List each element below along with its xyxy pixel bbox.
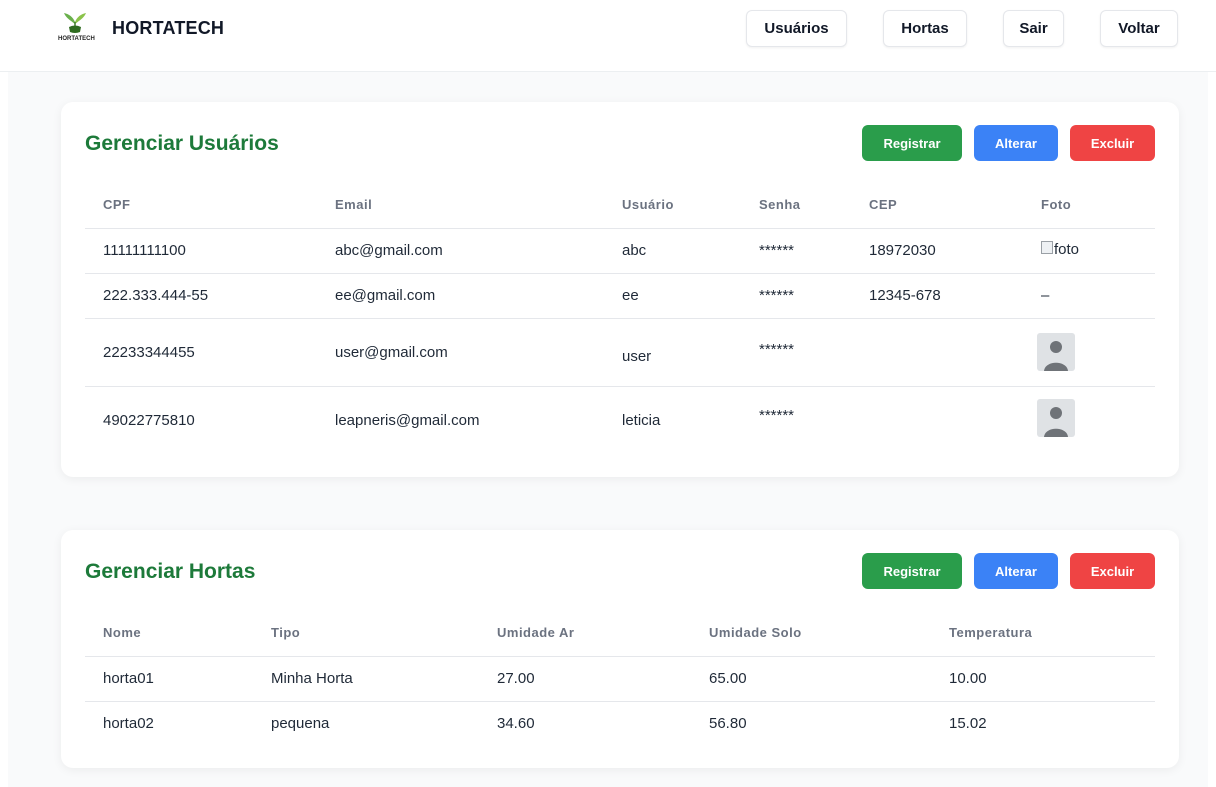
cell-name: horta02 <box>103 715 154 733</box>
cell-user: abc <box>604 228 741 274</box>
gardens-table-header: Nome Tipo Umidade Ar Umidade Solo Temper… <box>85 609 1155 657</box>
col-header-tipo[interactable]: Tipo <box>253 609 479 657</box>
gardens-table: Nome Tipo Umidade Ar Umidade Solo Temper… <box>85 609 1155 746</box>
cell-cpf: 49022775810 <box>103 411 195 429</box>
users-table: CPF Email Usuário Senha CEP Foto 1111111… <box>85 181 1155 454</box>
cell-temperature: 15.02 <box>949 715 987 733</box>
gardens-card: Gerenciar Hortas Registrar Alterar Exclu… <box>61 530 1179 768</box>
cell-cep: 18972030 <box>851 228 1023 274</box>
col-header-cep[interactable]: CEP <box>851 181 1023 229</box>
cell-cpf: 222.333.444-55 <box>85 273 317 319</box>
nav-usuarios-button[interactable]: Usuários <box>746 10 847 47</box>
cell-type: Minha Horta <box>253 656 479 702</box>
table-row[interactable]: 222.333.444-55 ee@gmail.com ee ****** 12… <box>85 273 1155 319</box>
nav-hortas-button[interactable]: Hortas <box>883 10 967 47</box>
brand-name: HORTATECH <box>112 17 225 38</box>
nav-sair-button[interactable]: Sair <box>1003 10 1064 47</box>
top-header: HORTATECH HORTATECH Usuários Hortas Sair… <box>0 0 1216 72</box>
photo-alt-text: foto <box>1054 241 1080 258</box>
cell-photo <box>1023 386 1155 454</box>
users-delete-button[interactable]: Excluir <box>1070 125 1155 161</box>
users-table-header: CPF Email Usuário Senha CEP Foto <box>85 181 1155 229</box>
users-title: Gerenciar Usuários <box>85 132 279 155</box>
gardens-title: Gerenciar Hortas <box>85 560 256 583</box>
cell-photo: – <box>1023 273 1155 319</box>
col-header-usuario[interactable]: Usuário <box>604 181 741 229</box>
cell-password: ****** <box>741 318 851 387</box>
cell-temperature: 10.00 <box>931 656 1155 702</box>
users-card: Gerenciar Usuários Registrar Alterar Exc… <box>61 102 1179 477</box>
cell-name: horta01 <box>85 656 253 702</box>
nav-voltar-button[interactable]: Voltar <box>1100 10 1178 47</box>
col-header-temperatura[interactable]: Temperatura <box>931 609 1155 657</box>
col-header-nome[interactable]: Nome <box>85 609 253 657</box>
cell-email: user@gmail.com <box>317 318 604 387</box>
logo-icon: HORTATECH <box>58 10 95 46</box>
table-row[interactable]: 11111111100 abc@gmail.com abc ****** 189… <box>85 228 1155 274</box>
cell-user: user <box>604 318 741 387</box>
cell-air-humidity: 34.60 <box>497 715 535 733</box>
table-row[interactable]: 49022775810 leapneris@gmail.com leticia … <box>85 386 1155 454</box>
cell-password: ****** <box>741 228 851 274</box>
cell-cpf: 22233344455 <box>85 318 317 387</box>
cell-cpf: 11111111100 <box>85 228 317 274</box>
gardens-register-button[interactable]: Registrar <box>862 553 962 589</box>
brand[interactable]: HORTATECH HORTATECH <box>58 10 225 46</box>
cell-soil-humidity: 56.80 <box>709 715 747 733</box>
col-header-foto[interactable]: Foto <box>1023 181 1155 229</box>
cell-user: leticia <box>622 411 661 429</box>
cell-email: leapneris@gmail.com <box>335 411 480 429</box>
table-row[interactable]: horta01 Minha Horta 27.00 65.00 10.00 <box>85 656 1155 702</box>
gardens-edit-button[interactable]: Alterar <box>974 553 1058 589</box>
col-header-umidade-solo[interactable]: Umidade Solo <box>691 609 931 657</box>
cell-email: ee@gmail.com <box>317 273 604 319</box>
cell-type: pequena <box>271 715 330 733</box>
cell-photo: foto <box>1023 228 1155 274</box>
avatar-placeholder-icon <box>1037 333 1075 371</box>
col-header-cpf[interactable]: CPF <box>85 181 317 229</box>
broken-image-icon: foto <box>1041 241 1079 258</box>
cell-air-humidity: 27.00 <box>479 656 691 702</box>
cell-user: ee <box>604 273 741 319</box>
cell-photo <box>1023 318 1155 387</box>
cell-soil-humidity: 65.00 <box>691 656 931 702</box>
avatar-placeholder-icon <box>1037 398 1075 437</box>
gardens-delete-button[interactable]: Excluir <box>1070 553 1155 589</box>
users-edit-button[interactable]: Alterar <box>974 125 1058 161</box>
table-row[interactable]: 22233344455 user@gmail.com user ****** <box>85 318 1155 387</box>
col-header-email[interactable]: Email <box>317 181 604 229</box>
col-header-umidade-ar[interactable]: Umidade Ar <box>479 609 691 657</box>
cell-cep <box>851 318 1023 387</box>
table-row[interactable]: horta02 pequena 34.60 56.80 15.02 <box>85 701 1155 746</box>
cell-cep: 12345-678 <box>851 273 1023 319</box>
cell-cep <box>851 386 1023 454</box>
cell-password: ****** <box>741 273 851 319</box>
cell-email: abc@gmail.com <box>317 228 604 274</box>
main-content: Gerenciar Usuários Registrar Alterar Exc… <box>8 72 1208 787</box>
users-register-button[interactable]: Registrar <box>862 125 962 161</box>
cell-password: ****** <box>759 406 795 424</box>
logo-text: HORTATECH <box>58 36 95 42</box>
col-header-senha[interactable]: Senha <box>741 181 851 229</box>
